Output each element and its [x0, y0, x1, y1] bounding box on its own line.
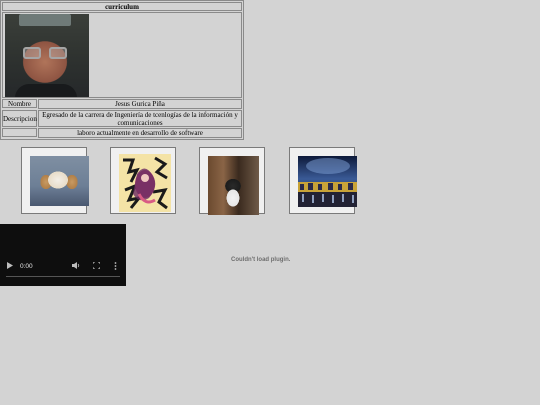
job-row: laboro actualmente en desarrollo de soft… [2, 128, 242, 138]
description-row: Descripcion Egresado de la carrera de In… [2, 110, 242, 127]
description-value: Egresado de la carrera de Ingeniería de … [38, 110, 242, 127]
fullscreen-icon[interactable] [92, 261, 101, 271]
curriculum-title: curriculum [2, 2, 242, 11]
night-city-image [298, 156, 357, 207]
name-label: Nombre [2, 99, 37, 108]
thumbnail-night-city[interactable] [289, 147, 357, 214]
puppy-image [30, 156, 89, 206]
video-time: 0:00 [20, 263, 33, 270]
plugin-error-message: Couldn't load plugin. [231, 257, 291, 263]
job-value: laboro actualmente en desarrollo de soft… [38, 128, 242, 138]
thumbnail-anime-art[interactable] [110, 147, 176, 214]
volume-icon[interactable] [72, 262, 80, 271]
name-row: Nombre Jesus Gurica Piña [2, 99, 242, 109]
video-player[interactable]: 0:00 [0, 224, 126, 286]
thumbnail-cat[interactable] [199, 147, 265, 215]
job-label [2, 128, 37, 137]
more-options-icon[interactable] [114, 262, 117, 272]
curriculum-table: curriculum Nombre Jesus Gurica Piña Desc… [0, 0, 244, 140]
photo-cell [2, 12, 242, 98]
video-progress-bar[interactable] [6, 276, 120, 277]
thumbnail-puppy[interactable] [21, 147, 89, 214]
play-icon[interactable] [7, 262, 13, 271]
anime-art-image [119, 154, 171, 212]
cat-image [208, 156, 259, 215]
name-value: Jesus Gurica Piña [38, 99, 242, 109]
description-label: Descripcion [2, 110, 37, 127]
profile-photo [5, 14, 89, 97]
